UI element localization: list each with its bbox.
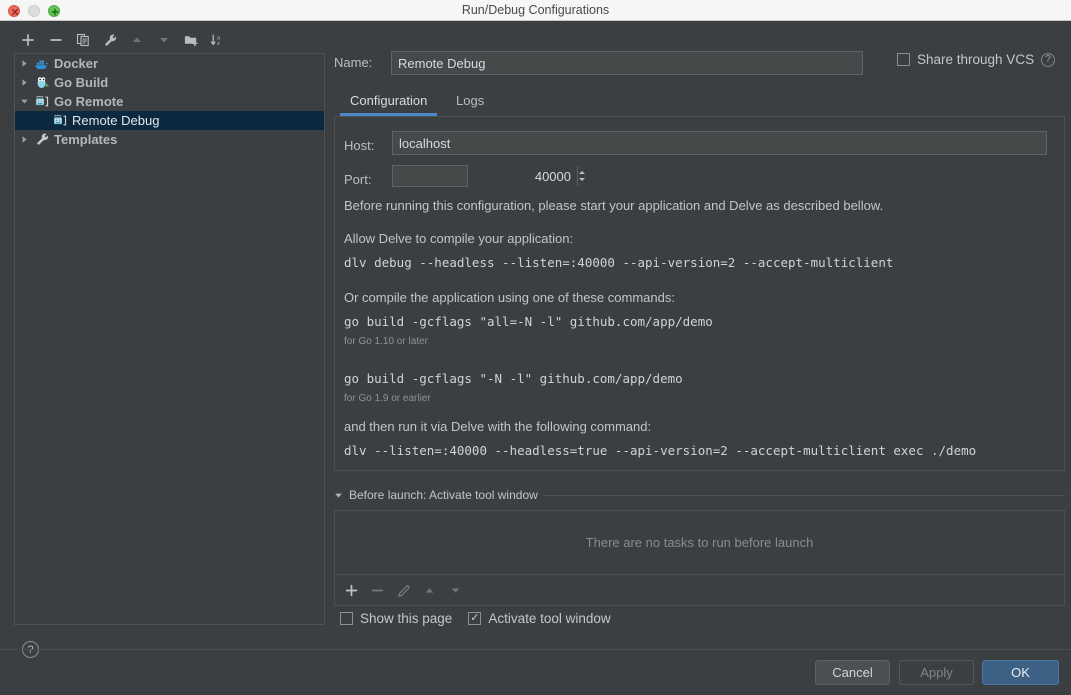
go-remote-icon (33, 94, 51, 110)
remove-task-button[interactable] (368, 581, 387, 600)
go-remote-icon (51, 113, 69, 129)
task-move-down-button[interactable] (446, 581, 465, 600)
tree-item-label: Remote Debug (72, 111, 159, 130)
help-icon[interactable]: ? (1041, 53, 1055, 67)
task-move-up-button[interactable] (420, 581, 439, 600)
show-this-page-checkbox[interactable]: Show this page (340, 611, 452, 626)
tree-item-label: Docker (54, 54, 98, 73)
port-input[interactable] (393, 166, 577, 186)
block-heading-0: Allow Delve to compile your application: (344, 231, 573, 246)
before-launch-header[interactable]: Before launch: Activate tool window (334, 487, 1065, 503)
block-hint-2: for Go 1.9 or earlier (344, 393, 431, 404)
gopher-icon (33, 75, 51, 91)
copy-configuration-button[interactable] (73, 30, 93, 50)
folder-add-icon[interactable] (181, 30, 201, 50)
tab-logs[interactable]: Logs (446, 89, 494, 116)
chevron-down-icon[interactable] (334, 491, 343, 500)
chevron-right-icon[interactable] (15, 73, 33, 92)
block-heading-3: and then run it via Delve with the follo… (344, 419, 651, 434)
tree-item-remote-debug[interactable]: Remote Debug (15, 111, 324, 130)
wrench-icon (33, 132, 51, 148)
stepper-arrows[interactable] (577, 166, 586, 186)
cancel-button[interactable]: Cancel (815, 660, 890, 685)
before-launch-empty-text: There are no tasks to run before launch (586, 535, 814, 550)
share-through-vcs-checkbox[interactable]: Share through VCS ? (897, 52, 1055, 67)
chevron-right-icon[interactable] (15, 54, 33, 73)
run-debug-configurations-dialog: a z (0, 21, 1071, 674)
configurations-toolbar: a z (5, 27, 325, 53)
name-label: Name: (334, 51, 372, 75)
docker-icon (33, 56, 51, 72)
block-heading-1: Or compile the application using one of … (344, 290, 675, 305)
tree-item-docker[interactable]: Docker (15, 54, 324, 73)
host-input[interactable] (392, 131, 1047, 155)
sort-alpha-icon[interactable]: a z (207, 30, 227, 50)
name-input[interactable] (391, 51, 863, 75)
divider (544, 495, 1065, 496)
block-command-0: dlv debug --headless --listen=:40000 --a… (344, 255, 893, 270)
intro-text: Before running this configuration, pleas… (344, 198, 883, 213)
checkbox-box[interactable] (340, 612, 353, 625)
tree-item-templates[interactable]: Templates (15, 130, 324, 149)
checkbox-box[interactable] (468, 612, 481, 625)
chevron-right-icon[interactable] (15, 130, 33, 149)
host-label: Host: (344, 134, 374, 158)
add-task-button[interactable] (342, 581, 361, 600)
show-this-page-label: Show this page (360, 611, 452, 626)
apply-button[interactable]: Apply (899, 660, 974, 685)
chevron-down-icon[interactable] (15, 92, 33, 111)
name-row: Name: Share through VCS ? (334, 51, 1065, 75)
configuration-editor-panel: Name: Share through VCS ? Configuration … (334, 27, 1065, 647)
tree-item-label: Templates (54, 130, 117, 149)
stepper-up-icon (578, 170, 586, 175)
port-label: Port: (344, 168, 371, 192)
pencil-icon[interactable] (394, 581, 413, 600)
before-launch-title: Before launch: Activate tool window (349, 488, 538, 502)
tree-item-label: Go Build (54, 73, 108, 92)
window-title: Run/Debug Configurations (0, 0, 1071, 21)
move-down-button[interactable] (154, 30, 174, 50)
stepper-down-icon (578, 177, 586, 182)
before-launch-task-list[interactable]: There are no tasks to run before launch (334, 510, 1065, 575)
window-title-bar: Run/Debug Configurations (0, 0, 1071, 21)
configurations-panel: a z (5, 27, 325, 652)
block-command-3: dlv --listen=:40000 --headless=true --ap… (344, 443, 976, 458)
activate-tool-window-label: Activate tool window (488, 611, 610, 626)
tree-item-go-remote[interactable]: Go Remote (15, 92, 324, 111)
share-through-vcs-label: Share through VCS (917, 52, 1034, 67)
port-stepper[interactable] (392, 165, 468, 187)
add-configuration-button[interactable] (18, 30, 38, 50)
tree-item-go-build[interactable]: Go Build (15, 73, 324, 92)
activate-tool-window-checkbox[interactable]: Activate tool window (468, 611, 610, 626)
tab-configuration[interactable]: Configuration (340, 89, 437, 116)
tree-item-label: Go Remote (54, 92, 123, 111)
bottom-options: Show this page Activate tool window (340, 606, 1071, 630)
remove-configuration-button[interactable] (46, 30, 66, 50)
block-command-1: go build -gcflags "all=-N -l" github.com… (344, 314, 713, 329)
dialog-footer: Cancel Apply OK (0, 649, 1071, 695)
configurations-tree[interactable]: Docker Go Build (14, 53, 325, 625)
before-launch-toolbar (334, 575, 1065, 606)
configuration-tab-content: Host: Port: Before running this configur… (334, 116, 1065, 471)
checkbox-box[interactable] (897, 53, 910, 66)
move-up-button[interactable] (127, 30, 147, 50)
edit-templates-button[interactable] (100, 30, 120, 50)
svg-text:z: z (217, 41, 220, 47)
ok-button[interactable]: OK (982, 660, 1059, 685)
block-command-2: go build -gcflags "-N -l" github.com/app… (344, 371, 683, 386)
block-hint-1: for Go 1.10 or later (344, 336, 428, 347)
editor-tabs: Configuration Logs (334, 89, 1065, 116)
